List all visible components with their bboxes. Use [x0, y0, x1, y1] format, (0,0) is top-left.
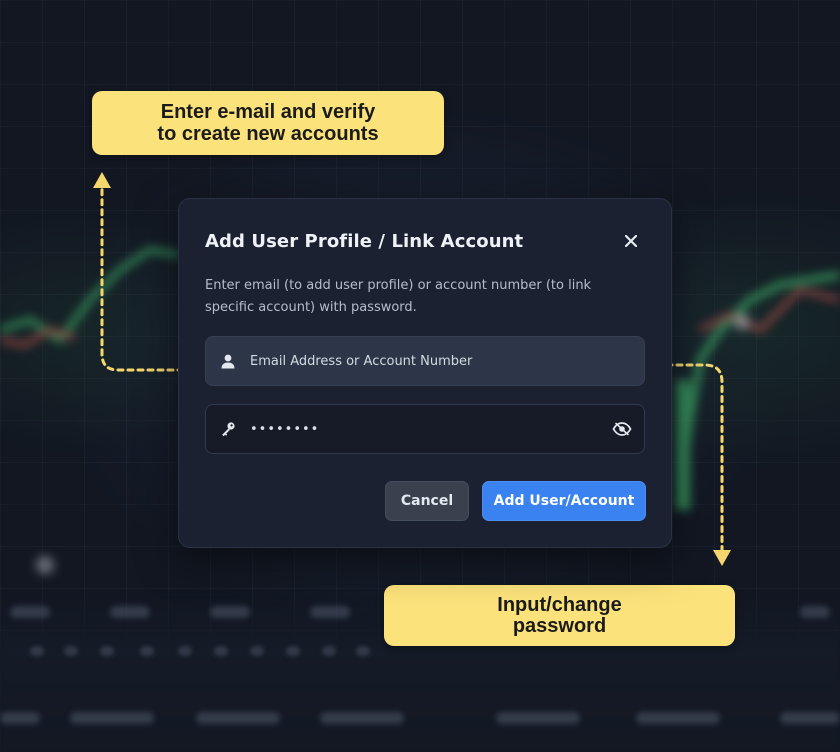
password-field[interactable]	[205, 404, 645, 454]
user-icon	[206, 337, 250, 385]
email-callout: Enter e-mail and verify to create new ac…	[92, 91, 444, 155]
email-input[interactable]	[250, 337, 644, 385]
password-callout-line1: Input/change	[497, 593, 622, 616]
close-icon	[624, 234, 638, 248]
password-callout-line2: password	[512, 614, 607, 637]
password-input[interactable]	[250, 405, 600, 453]
add-user-account-button[interactable]: Add User/Account	[482, 481, 646, 521]
add-user-dialog: Add User Profile / Link Account Enter em…	[178, 198, 672, 548]
close-button[interactable]	[621, 231, 641, 251]
toggle-password-visibility[interactable]	[600, 405, 644, 453]
dialog-description: Enter email (to add user profile) or acc…	[205, 278, 592, 315]
email-field[interactable]	[205, 336, 645, 386]
dialog-title: Add User Profile / Link Account	[205, 231, 524, 252]
email-callout-line2: to create new accounts	[157, 123, 379, 145]
key-icon	[206, 405, 250, 453]
eye-icon	[612, 422, 632, 436]
password-callout: Input/change password	[384, 585, 735, 646]
email-callout-line1: Enter e-mail and verify	[160, 101, 376, 123]
cancel-button[interactable]: Cancel	[385, 481, 469, 521]
